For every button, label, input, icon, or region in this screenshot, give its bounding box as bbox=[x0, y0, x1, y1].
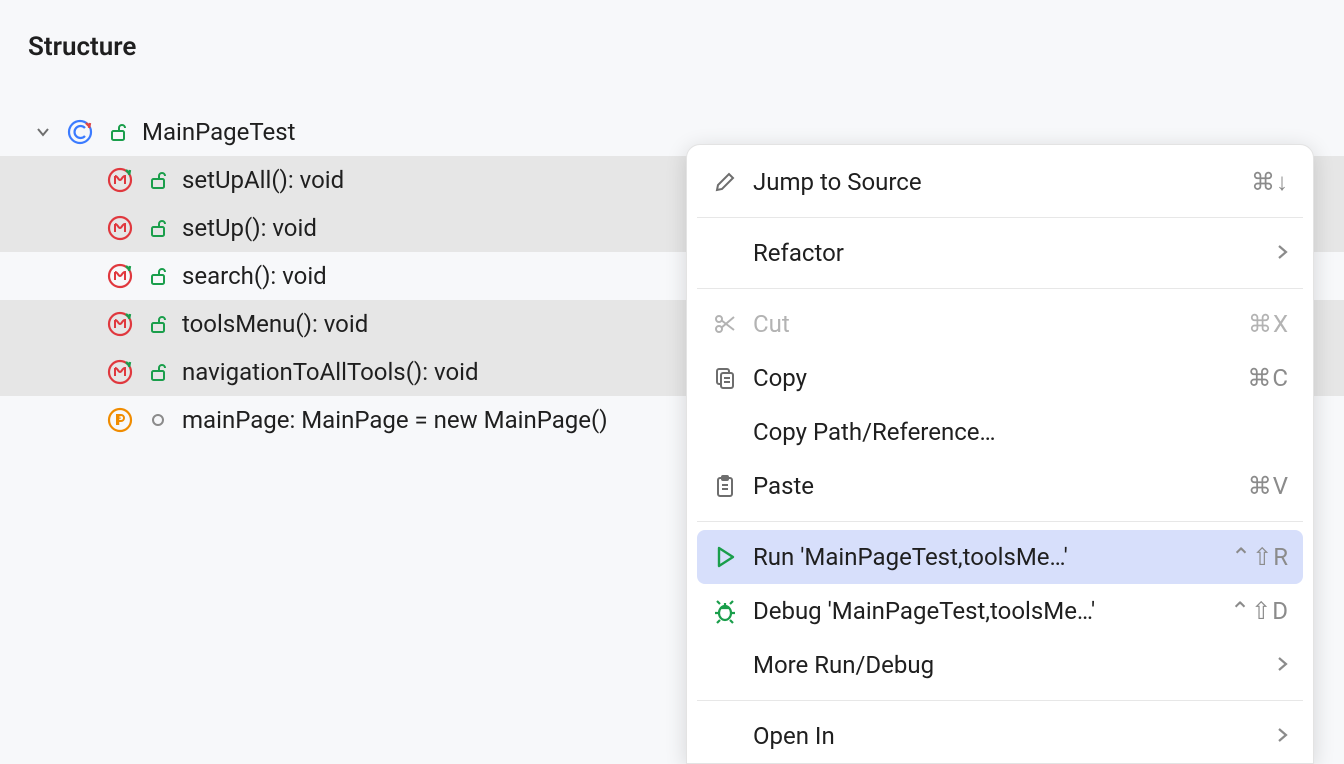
chevron-right-icon bbox=[1275, 239, 1289, 267]
menu-item-label: Open In bbox=[753, 722, 1275, 750]
menu-separator bbox=[697, 217, 1303, 218]
unlock-icon bbox=[144, 310, 172, 338]
field-icon: f bbox=[106, 406, 134, 434]
menu-item-refactor[interactable]: Refactor bbox=[697, 226, 1303, 280]
unlock-icon bbox=[144, 214, 172, 242]
debug-icon bbox=[711, 597, 739, 625]
menu-item-copy[interactable]: Copy⌘C bbox=[697, 351, 1303, 405]
visibility-icon bbox=[144, 406, 172, 434]
tree-item-label: toolsMenu(): void bbox=[182, 310, 368, 338]
method-with-arrow-icon bbox=[106, 262, 134, 290]
clipboard-icon bbox=[711, 472, 739, 500]
method-icon bbox=[106, 214, 134, 242]
scissors-icon bbox=[711, 310, 739, 338]
menu-shortcut: ⌃⇧R bbox=[1231, 543, 1289, 571]
tree-item-label: search(): void bbox=[182, 262, 327, 290]
menu-shortcut: ⌘X bbox=[1248, 310, 1289, 338]
chevron-right-icon bbox=[1275, 722, 1289, 750]
menu-item-label: Cut bbox=[753, 310, 1248, 338]
menu-separator bbox=[697, 288, 1303, 289]
menu-shortcut: ⌘V bbox=[1248, 472, 1289, 500]
menu-shortcut: ⌃⇧D bbox=[1230, 597, 1289, 625]
menu-item-copy-path-reference[interactable]: Copy Path/Reference… bbox=[697, 405, 1303, 459]
unlock-icon bbox=[144, 262, 172, 290]
menu-item-open-in[interactable]: Open In bbox=[697, 709, 1303, 763]
panel-title: Structure bbox=[0, 0, 1344, 62]
copy-icon bbox=[711, 364, 739, 392]
unlock-icon bbox=[144, 166, 172, 194]
menu-item-label: Refactor bbox=[753, 239, 1275, 267]
menu-item-label: Copy bbox=[753, 364, 1247, 392]
menu-item-jump-to-source[interactable]: Jump to Source⌘↓ bbox=[697, 155, 1303, 209]
menu-shortcut: ⌘↓ bbox=[1251, 168, 1289, 197]
menu-item-run-mainpagetest-toolsme[interactable]: Run 'MainPageTest,toolsMe…'⌃⇧R bbox=[697, 530, 1303, 584]
menu-item-debug-mainpagetest-toolsme[interactable]: Debug 'MainPageTest,toolsMe…'⌃⇧D bbox=[697, 584, 1303, 638]
menu-item-paste[interactable]: Paste⌘V bbox=[697, 459, 1303, 513]
menu-item-label: Paste bbox=[753, 472, 1248, 500]
menu-item-label: Copy Path/Reference… bbox=[753, 418, 1289, 446]
svg-text:f: f bbox=[116, 412, 121, 428]
tree-item-label: setUpAll(): void bbox=[182, 166, 344, 194]
tree-item-label: navigationToAllTools(): void bbox=[182, 358, 479, 386]
menu-item-cut: Cut⌘X bbox=[697, 297, 1303, 351]
method-with-arrow-icon bbox=[106, 166, 134, 194]
menu-item-label: Run 'MainPageTest,toolsMe…' bbox=[753, 543, 1231, 571]
chevron-down-icon[interactable] bbox=[34, 123, 52, 141]
context-menu: Jump to Source⌘↓RefactorCut⌘XCopy⌘CCopy … bbox=[686, 144, 1314, 764]
menu-item-label: Debug 'MainPageTest,toolsMe…' bbox=[753, 597, 1230, 625]
menu-separator bbox=[697, 521, 1303, 522]
chevron-right-icon bbox=[1275, 651, 1289, 679]
class-icon bbox=[66, 118, 94, 146]
tree-root-label: MainPageTest bbox=[142, 118, 296, 146]
unlock-icon bbox=[104, 118, 132, 146]
method-with-arrow-icon bbox=[106, 310, 134, 338]
menu-item-more-run-debug[interactable]: More Run/Debug bbox=[697, 638, 1303, 692]
unlock-icon bbox=[144, 358, 172, 386]
tree-item-label: setUp(): void bbox=[182, 214, 317, 242]
run-icon bbox=[711, 543, 739, 571]
pencil-icon bbox=[711, 168, 739, 196]
menu-item-label: Jump to Source bbox=[753, 168, 1251, 196]
menu-separator bbox=[697, 700, 1303, 701]
tree-item-label: mainPage: MainPage = new MainPage() bbox=[182, 406, 608, 434]
menu-shortcut: ⌘C bbox=[1247, 364, 1289, 392]
method-with-arrow-icon bbox=[106, 358, 134, 386]
menu-item-label: More Run/Debug bbox=[753, 651, 1275, 679]
